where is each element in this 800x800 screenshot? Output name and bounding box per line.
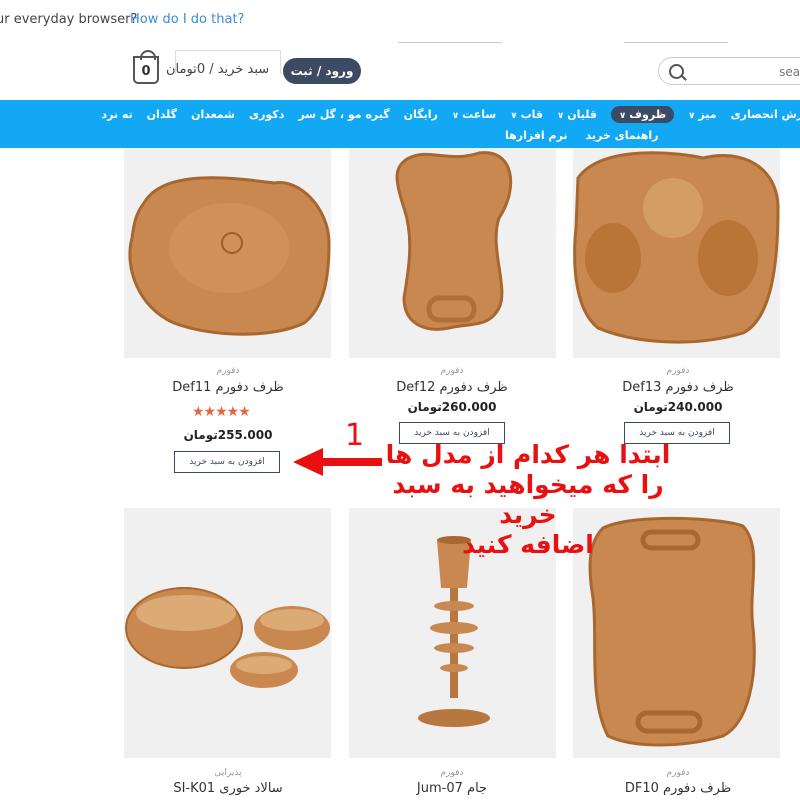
nav-item[interactable]: راهنمای خرید	[586, 129, 659, 142]
nav-item[interactable]: شمعدان	[191, 108, 235, 121]
product-category[interactable]: دفورم	[568, 366, 788, 376]
nav-item[interactable]: قلیان∨	[557, 108, 597, 121]
annotation-number: 1	[345, 418, 365, 453]
annotation-line: اضافه کنید	[462, 530, 594, 559]
chevron-down-icon: ∨	[510, 111, 518, 121]
cart-icon[interactable]: 0	[133, 50, 159, 84]
add-to-cart-button[interactable]: افزودن به سبد خرید	[174, 451, 280, 473]
nav-item[interactable]: میز∨	[688, 108, 716, 121]
product-name[interactable]: ظرف دفورم Def13	[568, 380, 788, 395]
nav-item[interactable]: ساعت∨	[452, 108, 496, 121]
nav-item[interactable]: گلدان	[147, 108, 177, 121]
product-name[interactable]: جام Jum-07	[342, 781, 562, 796]
annotation-line: را که میخواهید به سبد خرید	[392, 470, 664, 529]
browser-notice: ur everyday browser? How do I do that?	[0, 0, 800, 43]
product-name[interactable]: ظرف دفورم DF10	[568, 781, 788, 796]
star-rating: ★★★★★	[192, 404, 251, 420]
chevron-down-icon: ∨	[451, 111, 460, 121]
main-nav: ته نرد گلدان شمعدان دکوری گیره مو ، گل س…	[0, 100, 800, 148]
nav-item[interactable]: سفارش انحصاری	[731, 108, 800, 121]
nav-item[interactable]: قاب∨	[510, 108, 543, 121]
nav-item-active[interactable]: ظروف∨	[610, 106, 675, 123]
notice-link[interactable]: How do I do that?	[130, 12, 244, 27]
nav-row-primary: ته نرد گلدان شمعدان دکوری گیره مو ، گل س…	[101, 106, 800, 123]
product-image[interactable]	[124, 508, 331, 758]
wooden-bowls-image	[125, 587, 330, 688]
chevron-down-icon: ∨	[618, 111, 627, 121]
nav-item[interactable]: دکوری	[249, 108, 284, 121]
product-image[interactable]	[349, 148, 556, 358]
nav-item[interactable]: رایگان	[404, 108, 438, 121]
wooden-tray-image	[395, 151, 513, 331]
product-image[interactable]	[124, 148, 331, 358]
chevron-down-icon: ∨	[688, 111, 696, 121]
product-price: 240.000تومان	[633, 400, 723, 414]
product-image[interactable]	[573, 148, 780, 358]
login-register-button[interactable]: ورود / ثبت نام	[283, 58, 361, 104]
chevron-down-icon: ∨	[556, 111, 565, 121]
wooden-tray-image	[128, 176, 331, 336]
product-category[interactable]: دفورم	[568, 768, 788, 778]
annotation-arrow	[322, 458, 382, 466]
annotation-line: ابتدا هر کدام از مدل ها	[385, 440, 671, 469]
product-name[interactable]: سالاد خوری SI-K01	[118, 781, 338, 796]
arrow-left-icon	[293, 448, 323, 476]
wooden-dish-image	[573, 151, 780, 344]
nav-row-secondary: نرم افزارها راهنمای خرید	[505, 129, 658, 142]
product-name[interactable]: ظرف دفورم Def11	[118, 380, 338, 395]
annotation-text: ابتدا هر کدام از مدل ها را که میخواهید ب…	[378, 440, 678, 560]
nav-item[interactable]: نرم افزارها	[505, 129, 568, 142]
product-price: 255.000تومان	[183, 428, 273, 442]
search-box[interactable]	[658, 57, 800, 85]
product-name[interactable]: ظرف دفورم Def12	[342, 380, 562, 395]
search-icon[interactable]	[669, 64, 684, 79]
nav-item[interactable]: ته نرد	[101, 108, 132, 121]
notice-text: ur everyday browser?	[0, 12, 138, 27]
search-input[interactable]	[697, 62, 800, 82]
product-price: 260.000تومان	[407, 400, 497, 414]
product-category[interactable]: دفورم	[342, 366, 562, 376]
product-category[interactable]: دفورم	[342, 768, 562, 778]
header-field[interactable]	[175, 50, 281, 74]
product-category[interactable]: دفورم	[118, 366, 338, 376]
nav-item[interactable]: گیره مو ، گل سر	[298, 108, 389, 121]
product-category[interactable]: پذیرایی	[118, 768, 338, 778]
